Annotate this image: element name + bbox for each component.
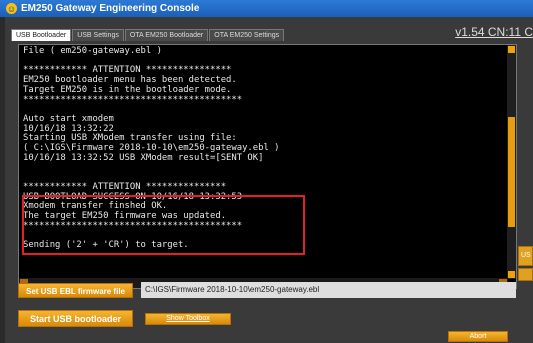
version-info: v1.54 CN:11 C [455,25,533,39]
window-title: EM250 Gateway Engineering Console [21,3,200,14]
side-button-2[interactable] [518,268,533,281]
console-line: ****************************************… [23,94,243,105]
scroll-thumb[interactable] [508,117,515,227]
main-panel: USB Bootloader USB Settings OTA EM250 Bo… [5,17,533,343]
console-output[interactable]: File ( em250-gateway.ebl ) ************ … [18,44,517,289]
tab-ota-em250-bootloader[interactable]: OTA EM250 Bootloader [124,29,209,41]
scroll-down-arrow-icon[interactable] [508,271,515,278]
show-toolbox-button[interactable]: Show Toolbox [145,313,231,325]
title-bar: ☺ EM250 Gateway Engineering Console [0,0,533,17]
abort-button[interactable]: Abort [448,331,508,342]
tab-ota-em250-settings[interactable]: OTA EM250 Settings [209,29,285,41]
firmware-path-field[interactable]: C:\IGS\Firmware 2018-10-10\em250-gateway… [141,282,516,298]
set-firmware-button[interactable]: Set USB EBL firmware file [18,283,133,298]
side-usb-button[interactable]: US [518,246,533,266]
smiley-icon: ☺ [6,3,17,14]
success-highlight-box [22,195,305,255]
console-line: File ( em250-gateway.ebl ) [23,46,162,56]
tab-usb-settings[interactable]: USB Settings [72,29,124,41]
console-line: 10/16/18 13:32:52 USB XModem result=[SEN… [23,152,264,163]
vertical-scrollbar[interactable] [507,45,516,279]
tab-bar: USB Bootloader USB Settings OTA EM250 Bo… [11,29,285,43]
scroll-up-arrow-icon[interactable] [508,46,515,53]
start-bootloader-button[interactable]: Start USB bootloader [18,310,133,327]
tab-usb-bootloader[interactable]: USB Bootloader [11,29,72,41]
